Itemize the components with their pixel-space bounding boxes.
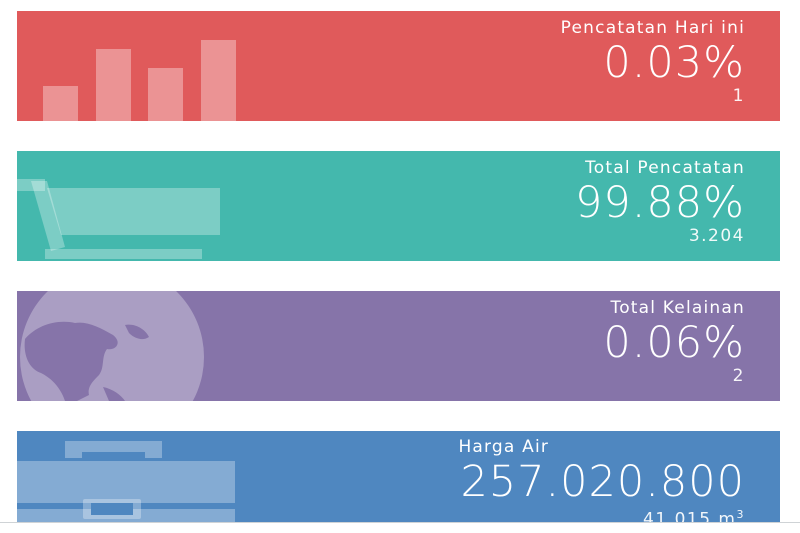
stat-texts: Total Kelainan 0.06% 2 [603, 297, 745, 386]
stat-count: 2 [732, 366, 745, 386]
stat-label: Pencatatan Hari ini [560, 18, 745, 38]
stat-label: Total Pencatatan [585, 158, 745, 178]
stat-label-text: Harga Air [458, 437, 550, 457]
stat-card-water-price[interactable]: Harga Air 257.020.800 41.015 m3 [17, 431, 780, 533]
stat-value: 0.06% [603, 318, 745, 368]
globe-icon [20, 291, 204, 401]
stat-count: 1 [732, 86, 745, 106]
stat-label: Harga Air [458, 436, 745, 458]
page-bottom-divider [0, 522, 800, 533]
dashboard-page: Pencatatan Hari ini 0.03% 1 Total Pencat… [0, 0, 800, 533]
bar-chart-icon [43, 40, 236, 121]
stat-texts: Total Pencatatan 99.88% 3.204 [575, 157, 745, 246]
stat-texts: Pencatatan Hari ini 0.03% 1 [561, 17, 745, 106]
unit-superscript: 3 [736, 508, 745, 521]
stat-card-today[interactable]: Pencatatan Hari ini 0.03% 1 [17, 11, 780, 121]
briefcase-icon [17, 441, 235, 533]
shopping-cart-icon [17, 179, 220, 259]
stat-value: 257.020.800 [460, 457, 745, 507]
stat-card-anomalies[interactable]: Total Kelainan 0.06% 2 [17, 291, 780, 401]
stat-value: 99.88% [575, 178, 745, 228]
stat-texts: Harga Air 257.020.800 41.015 m3 [458, 436, 745, 530]
stat-count: 3.204 [688, 226, 745, 246]
stat-value: 0.03% [603, 38, 745, 88]
stat-card-total-records[interactable]: Total Pencatatan 99.88% 3.204 [17, 151, 780, 261]
stat-label: Total Kelainan [610, 298, 745, 318]
